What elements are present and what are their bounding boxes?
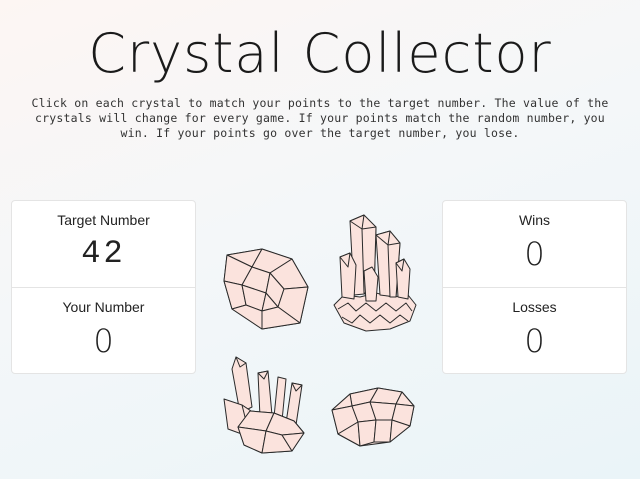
target-number-label: Target Number [57, 212, 150, 228]
crystal-button-3[interactable] [222, 355, 312, 455]
quartz-cluster-crystal-icon [333, 214, 417, 332]
game-instructions: Click on each crystal to match your poin… [31, 96, 609, 140]
wins-card: Wins 0 [443, 201, 626, 287]
target-number-card: Target Number 42 [12, 201, 195, 287]
your-number-value: 0 [93, 322, 114, 360]
wins-value: 0 [524, 235, 545, 273]
page-title: Crystal Collector [88, 22, 552, 85]
score-panel-right: Wins 0 Losses 0 [442, 200, 627, 374]
spiky-crystal-icon [223, 356, 305, 454]
crystal-button-4[interactable] [330, 386, 415, 448]
losses-card: Losses 0 [443, 287, 626, 373]
score-panel-left: Target Number 42 Your Number 0 [11, 200, 196, 374]
wins-label: Wins [518, 212, 551, 228]
crystal-button-1[interactable] [222, 245, 312, 330]
losses-value: 0 [524, 322, 545, 360]
your-number-card: Your Number 0 [12, 287, 195, 373]
rough-gem-crystal-icon [223, 248, 309, 330]
flat-gem-crystal-icon [331, 387, 415, 447]
crystal-button-2[interactable] [330, 213, 420, 333]
your-number-label: Your Number [62, 299, 145, 315]
target-number-value: 42 [81, 235, 126, 272]
losses-label: Losses [512, 299, 557, 315]
